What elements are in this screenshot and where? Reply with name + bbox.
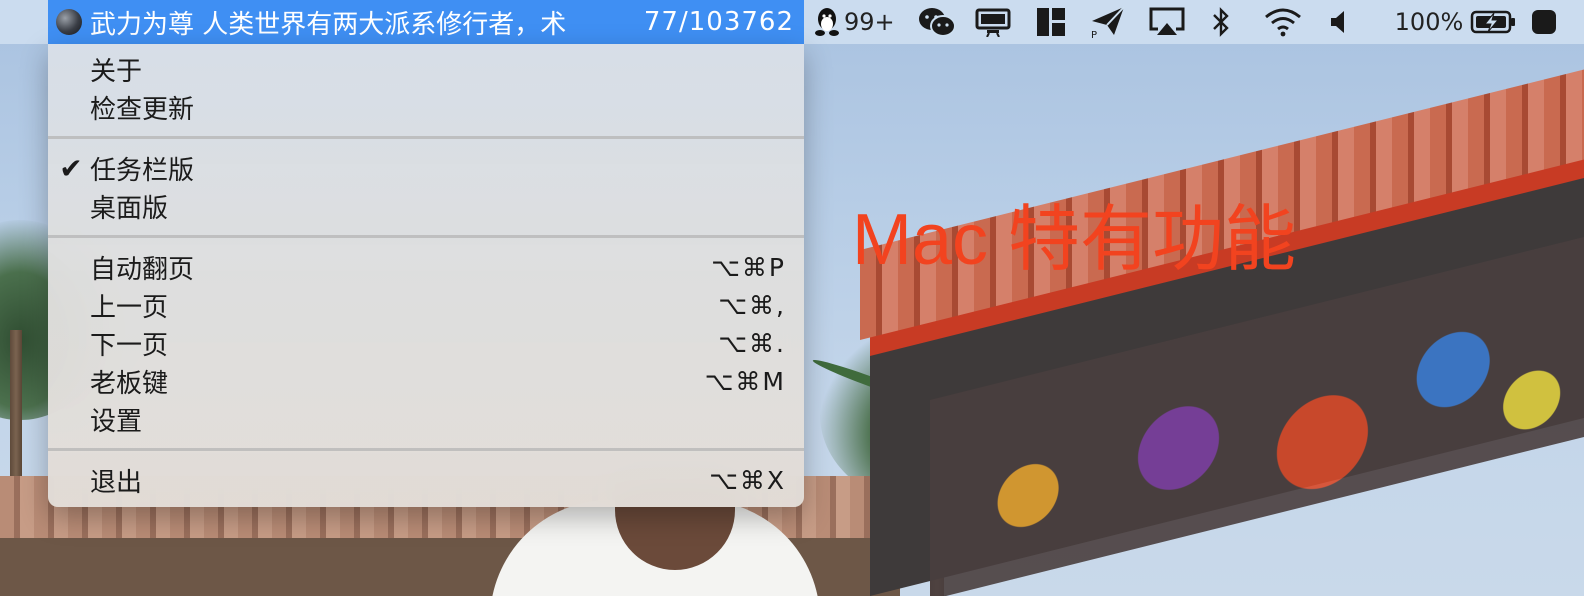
menu-item-label: 老板键: [90, 368, 169, 399]
qq-badge: 99+: [844, 8, 895, 36]
menu-item-next-page[interactable]: 下一页 ⌥⌘.: [48, 324, 804, 362]
menu-item-label: 桌面版: [90, 193, 169, 224]
menu-item-label: 关于: [90, 56, 143, 87]
page-progress: 77/103762: [643, 7, 794, 37]
feature-overlay-text: Mac 特有功能: [852, 200, 1297, 280]
menu-item-shortcut: ⌥⌘M: [704, 366, 786, 396]
menu-item-label: 退出: [90, 467, 143, 498]
menu-item-quit[interactable]: 退出 ⌥⌘X: [48, 461, 804, 499]
bluetooth-icon[interactable]: [1209, 0, 1233, 44]
display-icon[interactable]: [973, 0, 1013, 44]
menu-item-about[interactable]: 关于: [48, 50, 804, 88]
menu-item-shortcut: ⌥⌘.: [718, 328, 786, 358]
menu-separator: [48, 448, 804, 451]
menu-separator: [48, 235, 804, 238]
menu-bar: 武力为尊 人类世界有两大派系修行者，术 77/103762 99+ P 100%: [0, 0, 1584, 44]
menu-item-auto-page[interactable]: 自动翻页 ⌥⌘P: [48, 248, 804, 286]
wechat-icon[interactable]: [915, 0, 959, 44]
menu-separator: [48, 136, 804, 139]
menu-item-label: 检查更新: [90, 94, 195, 125]
menu-item-shortcut: ⌥⌘P: [711, 252, 786, 282]
checkmark-icon: ✔: [59, 151, 83, 185]
status-icons: 99+ P 100%: [810, 0, 1559, 44]
menu-item-shortcut: ⌥⌘,: [718, 290, 786, 320]
wifi-icon[interactable]: [1263, 0, 1303, 44]
reader-menubar-item[interactable]: 武力为尊 人类世界有两大派系修行者，术 77/103762: [48, 0, 804, 44]
menu-item-check-updates[interactable]: 检查更新: [48, 88, 804, 126]
menu-item-label: 设置: [90, 406, 143, 437]
menu-item-shortcut: ⌥⌘X: [709, 465, 786, 495]
menu-item-label: 上一页: [90, 292, 169, 323]
palm-trunk: [10, 330, 22, 480]
menu-item-label: 下一页: [90, 330, 169, 361]
battery-charging-icon[interactable]: [1469, 0, 1517, 44]
battery-percent: 100%: [1394, 8, 1464, 36]
menu-item-previous-page[interactable]: 上一页 ⌥⌘,: [48, 286, 804, 324]
reader-dropdown-menu: 关于 检查更新 ✔ 任务栏版 桌面版 自动翻页 ⌥⌘P 上一页 ⌥⌘, 下一页 …: [48, 44, 804, 507]
paper-plane-icon[interactable]: P: [1089, 0, 1127, 44]
menu-item-label: 自动翻页: [90, 254, 195, 285]
hat-icon: [56, 9, 82, 35]
airplay-icon[interactable]: [1147, 0, 1187, 44]
menu-item-desktop-mode[interactable]: 桌面版: [48, 187, 804, 225]
menu-item-boss-key[interactable]: 老板键 ⌥⌘M: [48, 362, 804, 400]
qq-penguin-icon[interactable]: [810, 0, 844, 44]
menu-item-label: 任务栏版: [90, 155, 195, 186]
volume-icon[interactable]: [1327, 0, 1351, 44]
menu-item-settings[interactable]: 设置: [48, 400, 804, 438]
book-text-preview: 武力为尊 人类世界有两大派系修行者，术: [90, 9, 567, 40]
svg-text:P: P: [1091, 30, 1097, 39]
window-layout-icon[interactable]: [1035, 0, 1067, 44]
app-icon-partial[interactable]: [1529, 0, 1559, 44]
menu-item-taskbar-mode[interactable]: ✔ 任务栏版: [48, 149, 804, 187]
